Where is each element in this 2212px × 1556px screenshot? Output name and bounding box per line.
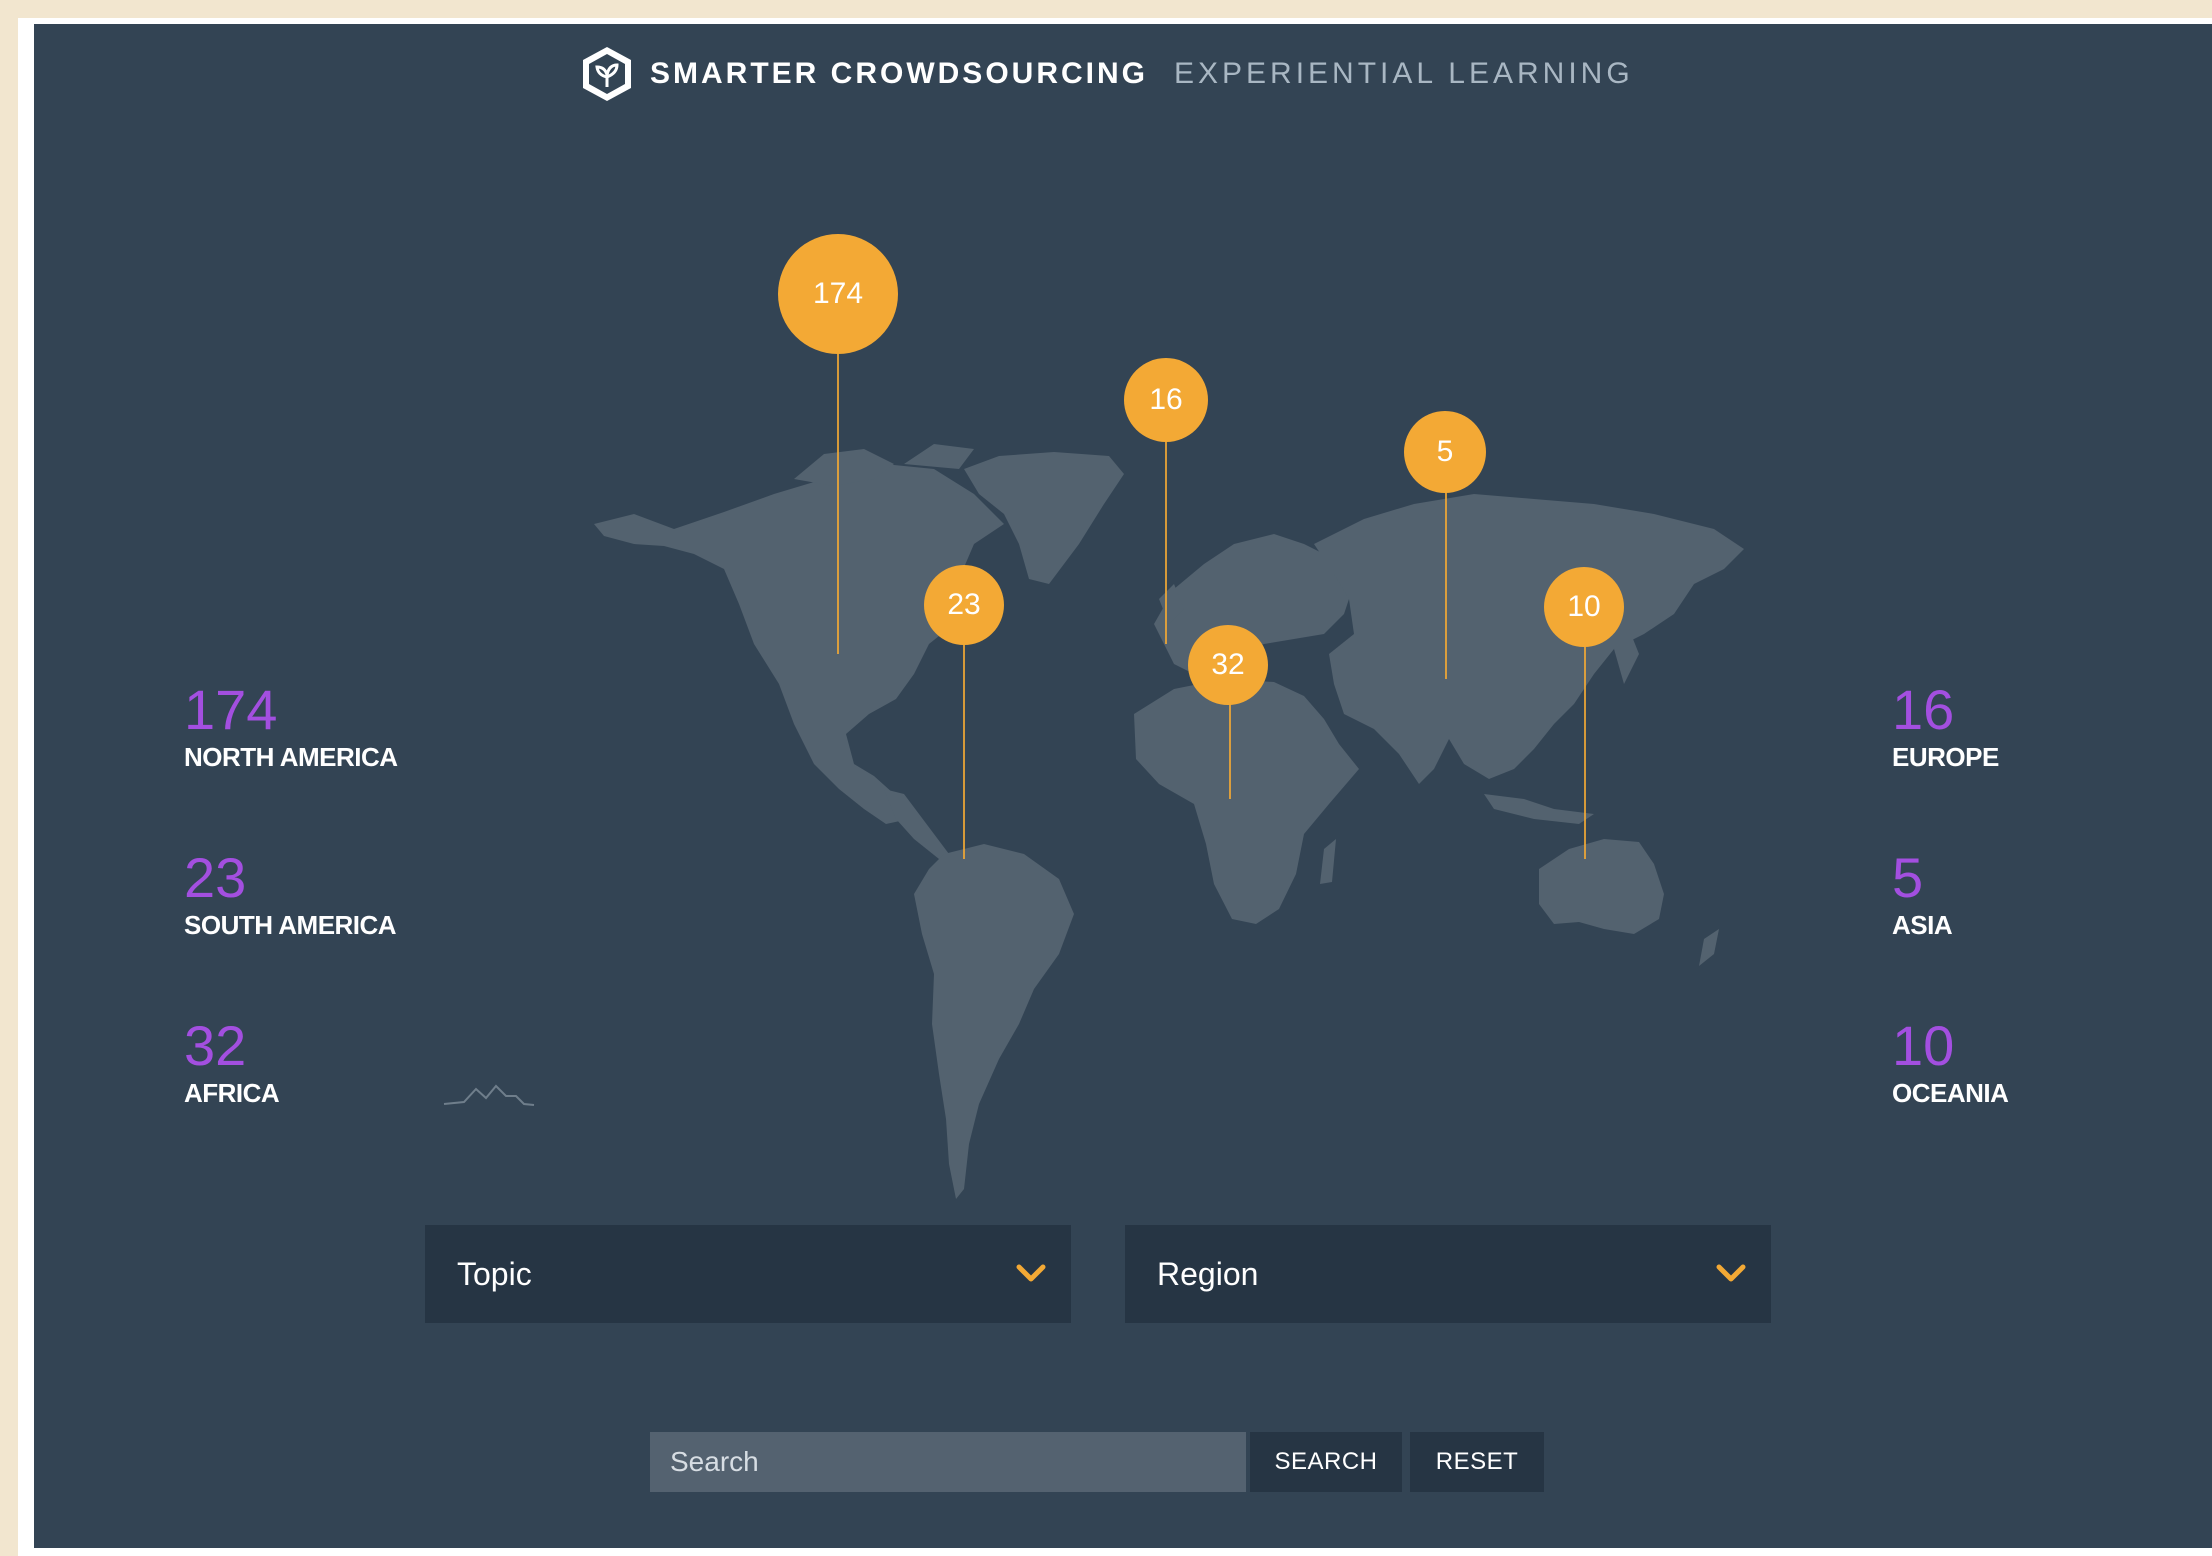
new-zealand-landmass — [1699, 929, 1719, 966]
stat-europe[interactable]: 16 EUROPE — [1892, 680, 1999, 773]
stat-label: ASIA — [1892, 910, 1953, 940]
pin-africa[interactable]: 32 — [1188, 625, 1268, 705]
pin-stem-south-america — [963, 624, 965, 859]
south-america-landmass — [914, 844, 1074, 1199]
stat-north-america[interactable]: 174 NORTH AMERICA — [184, 680, 398, 773]
pin-north-america[interactable]: 174 — [778, 234, 898, 354]
region-select[interactable]: Region — [1125, 1225, 1771, 1323]
stat-oceania[interactable]: 10 OCEANIA — [1892, 1014, 2009, 1109]
central-america-landmass — [884, 789, 949, 859]
pin-stem-asia — [1445, 474, 1447, 679]
topic-select-value: Topic — [457, 1255, 532, 1292]
stat-value: 10 — [1892, 1014, 1955, 1077]
stat-value: 32 — [184, 1014, 247, 1077]
sparkline-decoration — [443, 1084, 535, 1106]
world-map — [443, 444, 1744, 1199]
stat-label: OCEANIA — [1892, 1078, 2009, 1108]
search-input[interactable] — [650, 1432, 1246, 1492]
pin-stem-europe — [1165, 424, 1167, 644]
topic-select[interactable]: Topic — [425, 1225, 1071, 1323]
chevron-down-icon — [1016, 1264, 1046, 1282]
arctic-islands-2 — [904, 444, 974, 469]
search-button[interactable]: SEARCH — [1250, 1432, 1402, 1492]
stat-africa[interactable]: 32 AFRICA — [184, 1014, 280, 1109]
stat-label: AFRICA — [184, 1078, 280, 1108]
stat-value: 5 — [1892, 846, 1924, 909]
main-panel: SMARTER CROWDSOURCING EXPERIENTIAL LEARN… — [34, 24, 2212, 1548]
reset-button[interactable]: RESET — [1410, 1432, 1544, 1492]
stat-value: 16 — [1892, 678, 1955, 741]
region-select-value: Region — [1157, 1255, 1259, 1292]
stat-asia[interactable]: 5 ASIA — [1892, 846, 1953, 941]
stat-value: 23 — [184, 846, 247, 909]
indonesia-landmass — [1484, 794, 1594, 824]
stat-value: 174 — [184, 678, 278, 741]
pin-europe[interactable]: 16 — [1124, 358, 1208, 442]
stat-label: EUROPE — [1892, 742, 1999, 772]
stat-label: NORTH AMERICA — [184, 742, 398, 772]
chevron-down-icon — [1716, 1264, 1746, 1282]
pin-south-america[interactable]: 23 — [924, 565, 1004, 645]
pin-asia[interactable]: 5 — [1404, 411, 1486, 493]
pin-stem-oceania — [1584, 624, 1586, 859]
north-america-landmass — [594, 464, 1004, 824]
stat-label: SOUTH AMERICA — [184, 910, 397, 940]
australia-landmass — [1539, 839, 1664, 934]
madagascar-landmass — [1320, 839, 1336, 884]
stat-south-america[interactable]: 23 SOUTH AMERICA — [184, 846, 397, 941]
africa-landmass — [1134, 679, 1359, 924]
asia-landmass — [1314, 494, 1744, 784]
pin-oceania[interactable]: 10 — [1544, 567, 1624, 647]
